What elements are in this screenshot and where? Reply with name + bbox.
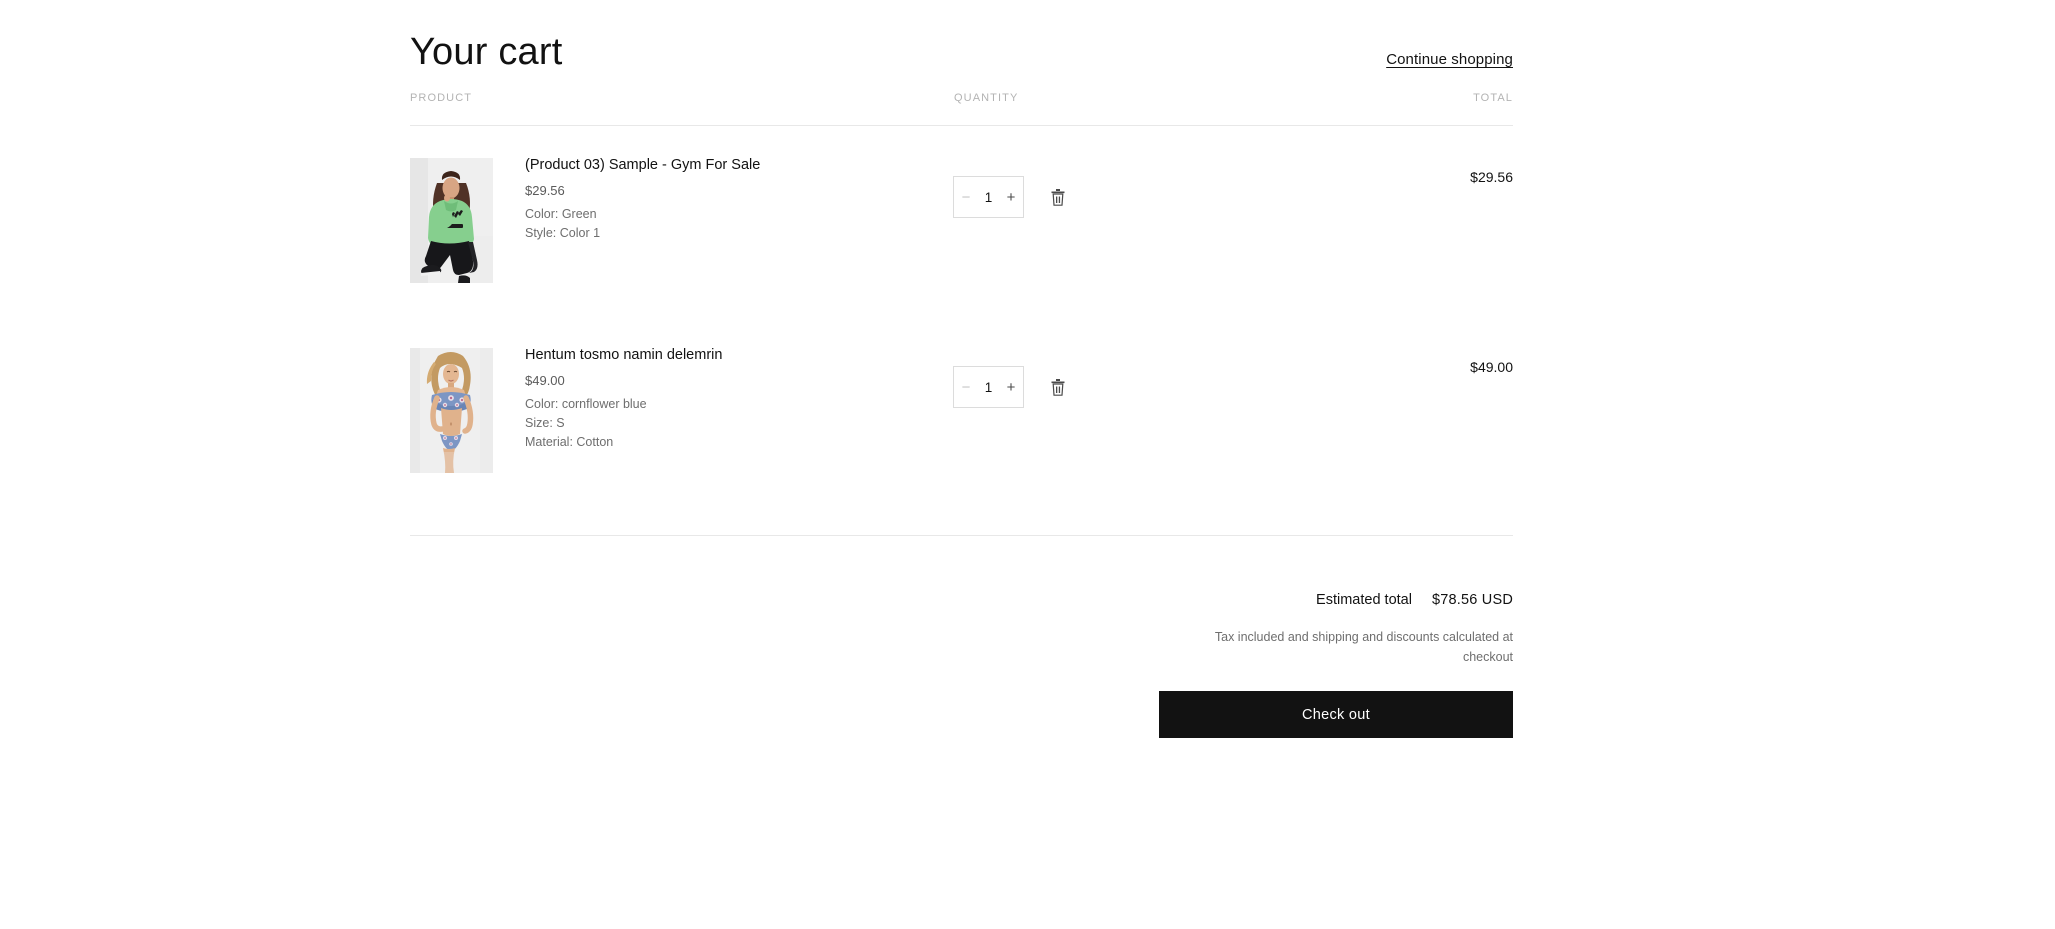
product-image-2 — [410, 348, 493, 473]
line-item-total: $49.00 — [1470, 359, 1513, 375]
quantity-decrease-button[interactable]: − — [954, 367, 978, 407]
table-row: Hentum tosmo namin delemrin $49.00 Color… — [410, 316, 1513, 506]
quantity-input[interactable]: 1 — [981, 380, 997, 395]
quantity-controls: − 1 + — [953, 176, 1068, 218]
column-header-product: PRODUCT — [410, 92, 473, 104]
product-name-link[interactable]: Hentum tosmo namin delemrin — [525, 346, 925, 366]
quantity-input[interactable]: 1 — [981, 190, 997, 205]
product-thumbnail[interactable] — [410, 158, 493, 283]
cart-items-list: (Product 03) Sample - Gym For Sale $29.5… — [410, 126, 1513, 506]
product-details: Hentum tosmo namin delemrin $49.00 Color… — [525, 346, 925, 453]
product-option: Color: Green — [525, 206, 597, 221]
quantity-increase-button[interactable]: + — [999, 367, 1023, 407]
page-title: Your cart — [410, 31, 563, 73]
remove-item-button[interactable] — [1048, 186, 1068, 208]
continue-shopping-link[interactable]: Continue shopping — [1386, 51, 1513, 68]
quantity-controls: − 1 + — [953, 366, 1068, 408]
cart-column-headers: PRODUCT QUANTITY TOTAL — [410, 92, 1513, 126]
remove-item-button[interactable] — [1048, 376, 1068, 398]
trash-icon — [1051, 188, 1065, 206]
product-details: (Product 03) Sample - Gym For Sale $29.5… — [525, 156, 925, 243]
table-row: (Product 03) Sample - Gym For Sale $29.5… — [410, 126, 1513, 316]
cart-container: Your cart Continue shopping PRODUCT QUAN… — [410, 0, 1513, 738]
cart-header: Your cart Continue shopping — [410, 0, 1513, 92]
column-header-total: TOTAL — [1473, 92, 1513, 104]
estimated-total: Estimated total $78.56 USD — [410, 592, 1513, 608]
estimated-total-value: $78.56 USD — [1432, 592, 1513, 608]
cart-footer: Estimated total $78.56 USD Tax included … — [410, 535, 1513, 738]
product-option: Material: Cotton — [525, 435, 614, 450]
product-thumbnail[interactable] — [410, 348, 493, 473]
quantity-decrease-button[interactable]: − — [954, 177, 978, 217]
quantity-stepper: − 1 + — [953, 176, 1024, 218]
column-header-quantity: QUANTITY — [954, 92, 1019, 104]
cart-page: Your cart Continue shopping PRODUCT QUAN… — [0, 0, 2055, 929]
product-image-1 — [410, 158, 493, 283]
quantity-increase-button[interactable]: + — [999, 177, 1023, 217]
product-name-link[interactable]: (Product 03) Sample - Gym For Sale — [525, 156, 925, 176]
checkout-button[interactable]: Check out — [1159, 691, 1513, 738]
product-option: Color: cornflower blue — [525, 396, 647, 411]
tax-disclaimer: Tax included and shipping and discounts … — [1214, 630, 1513, 664]
line-item-total: $29.56 — [1470, 169, 1513, 185]
quantity-stepper: − 1 + — [953, 366, 1024, 408]
trash-icon — [1051, 378, 1065, 396]
product-unit-price: $49.00 — [525, 372, 565, 388]
product-option: Style: Color 1 — [525, 225, 601, 240]
product-option: Size: S — [525, 415, 565, 430]
product-unit-price: $29.56 — [525, 182, 565, 198]
estimated-total-label: Estimated total — [1316, 592, 1412, 608]
